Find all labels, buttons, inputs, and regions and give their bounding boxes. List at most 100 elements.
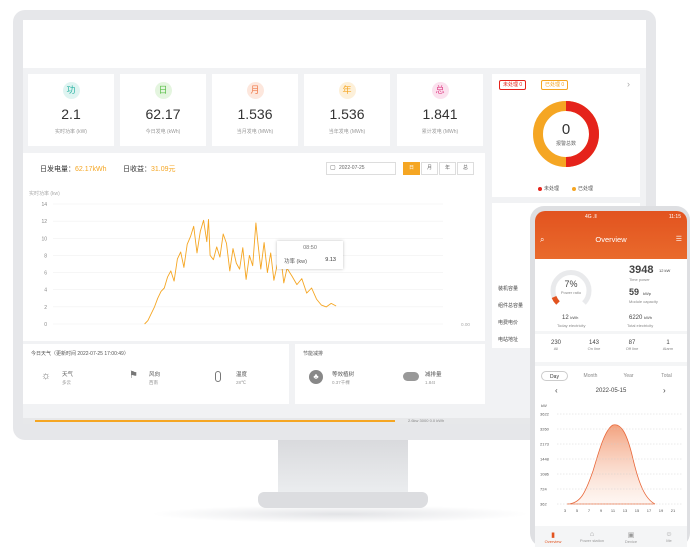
- cloud-icon: [403, 372, 419, 381]
- seg-total[interactable]: 总: [457, 162, 474, 175]
- weather-label: 温度: [236, 372, 248, 378]
- nav-label: Device: [624, 539, 638, 544]
- stat-card-total[interactable]: 总 1.841 累计发电 (MWh): [397, 74, 483, 146]
- right-axis-label: 0.00: [461, 322, 470, 327]
- phone-y-tick: 3622: [540, 412, 550, 417]
- count-all[interactable]: 230 All: [547, 340, 565, 351]
- energy-saving-card: 节能减排 ♣ 等效植树 0.37千棵 减排量 1.84t: [295, 344, 485, 404]
- time-power-unit: 12 kW: [659, 268, 671, 273]
- count-label: All: [553, 346, 559, 351]
- saving-label: 等效植树: [332, 372, 355, 378]
- phone-screen: 4G .ll 11:15 ⌕ Overview ☰ 7% Power ratio…: [535, 211, 687, 547]
- saving-value: 1.84t: [425, 380, 436, 385]
- time-power-label: Time power: [629, 277, 650, 282]
- stat-value: 2.1: [61, 106, 81, 122]
- tab-total[interactable]: Total: [653, 371, 680, 381]
- tab-year[interactable]: Year: [615, 371, 642, 381]
- stat-card-yearly[interactable]: 年 1.536 当年发电 (MWh): [304, 74, 390, 146]
- x-tick-label: 03:15: [100, 328, 112, 329]
- weather-item-temp: 温度 28℃: [236, 370, 247, 386]
- x-tick-label: 07:35: [171, 328, 183, 329]
- device-count-card: 230 All 143 On line 87 Off line 1 Alarm: [535, 334, 687, 362]
- weather-value: 西南: [149, 380, 158, 385]
- stat-value: 1.841: [422, 106, 458, 122]
- next-date-icon[interactable]: ›: [663, 386, 666, 395]
- nav-overview[interactable]: ▮ Overview: [539, 531, 567, 544]
- count-alarm[interactable]: 1 Alarm: [659, 340, 677, 351]
- power-ratio-value: 7%: [564, 279, 578, 289]
- count-label: Alarm: [662, 346, 674, 351]
- legend-unhandled: 未处理: [538, 185, 559, 192]
- stat-label: 当月发电 (MWh): [236, 129, 274, 135]
- daily-income-value: 31.09元: [151, 166, 176, 173]
- unhandled-tag[interactable]: 未处理 0: [499, 80, 527, 90]
- legend-label: 未处理: [544, 186, 560, 192]
- handled-tag[interactable]: 已处理 0: [541, 80, 569, 90]
- total-value: 6220: [629, 315, 643, 321]
- x-tick-label: 02:10: [83, 328, 95, 329]
- stat-card-daily[interactable]: 日 62.17 今日发电 (kWh): [120, 74, 206, 146]
- date-picker[interactable]: ▢ 2022-07-25: [326, 162, 396, 175]
- day-icon: 日: [154, 82, 172, 99]
- seg-month[interactable]: 月: [421, 162, 438, 175]
- module-capacity-unit: kWp: [643, 291, 651, 296]
- nav-device[interactable]: ▣ Device: [617, 531, 645, 544]
- saving-label: 减排量: [425, 372, 442, 378]
- x-tick-label: 13:00: [260, 328, 272, 329]
- y-tick-label: 6: [44, 271, 47, 277]
- saving-value: 0.37千棵: [332, 380, 350, 385]
- daily-income: 日收益：31.09元: [123, 164, 176, 174]
- total-icon: 总: [431, 82, 449, 99]
- x-tick-label: 04:20: [118, 328, 130, 329]
- phone-y-tick: 1448: [540, 457, 550, 462]
- x-tick-label: 17:20: [331, 328, 343, 329]
- info-row-price: 电费电价: [498, 320, 519, 326]
- tab-month[interactable]: Month: [577, 371, 604, 381]
- nav-label: Power station: [579, 538, 605, 543]
- phone-x-tick: 21: [671, 508, 676, 513]
- nav-station[interactable]: ⌂ Power station: [578, 531, 606, 543]
- stat-label: 实时功率 (kW): [55, 129, 87, 135]
- y-tick-label: 10: [41, 236, 47, 242]
- total-unit: kWh: [644, 315, 653, 320]
- top-bar: [23, 20, 646, 68]
- x-tick-label: 21:40: [402, 328, 414, 329]
- menu-icon[interactable]: ☰: [676, 235, 682, 243]
- year-icon: 年: [338, 82, 356, 99]
- saving-title: 节能减排: [303, 351, 324, 357]
- weather-card: 今日天气（更新时间 2022-07-25 17:00:49） ☼ 天气 多云 ⚑ …: [23, 344, 289, 404]
- x-tick-label: 19:30: [366, 328, 378, 329]
- y-tick-label: 12: [41, 219, 47, 225]
- phone-header: 4G .ll 11:15 ⌕ Overview ☰: [535, 211, 687, 259]
- x-tick-label: 00:00: [47, 328, 59, 329]
- tooltip-label: 功率 (kw): [284, 259, 307, 265]
- next-arrow-icon[interactable]: ›: [627, 79, 630, 89]
- x-tick-label: 16:15: [313, 328, 325, 329]
- y-tick-label: 8: [44, 253, 47, 259]
- today-electricity-label: Today electricity: [557, 323, 586, 328]
- y-tick-label: 4: [44, 288, 47, 294]
- stage: 功 2.1 实时功率 (kW) 日 62.17 今日发电 (kWh) 月 1.5…: [0, 0, 690, 547]
- x-tick-label: 09:45: [207, 328, 219, 329]
- x-tick-label: 06:30: [154, 328, 166, 329]
- phone-y-tick: 3260: [540, 427, 550, 432]
- weather-label: 风向: [149, 372, 161, 378]
- legend-handled: 已处理: [572, 185, 593, 192]
- today-value: 12: [562, 315, 569, 321]
- module-capacity-value: 59: [629, 287, 640, 297]
- nav-me[interactable]: ☺ Me: [655, 531, 683, 543]
- stat-card-power[interactable]: 功 2.1 实时功率 (kW): [28, 74, 114, 146]
- weather-label: 天气: [62, 372, 74, 378]
- phone-y-tick: 724: [540, 487, 547, 492]
- info-row-module: 组件总容量: [498, 303, 524, 309]
- stat-label: 今日发电 (kWh): [145, 129, 181, 135]
- seg-day[interactable]: 日: [403, 162, 420, 175]
- stat-card-monthly[interactable]: 月 1.536 当月发电 (MWh): [212, 74, 298, 146]
- seg-year[interactable]: 年: [439, 162, 456, 175]
- tree-icon: ♣: [309, 370, 323, 384]
- tab-day[interactable]: Day: [541, 371, 568, 381]
- weather-value: 28℃: [236, 380, 247, 385]
- saving-item-emission: 减排量 1.84t: [425, 370, 442, 385]
- count-offline[interactable]: 87 Off line: [623, 340, 641, 351]
- count-online[interactable]: 143 On line: [585, 340, 603, 351]
